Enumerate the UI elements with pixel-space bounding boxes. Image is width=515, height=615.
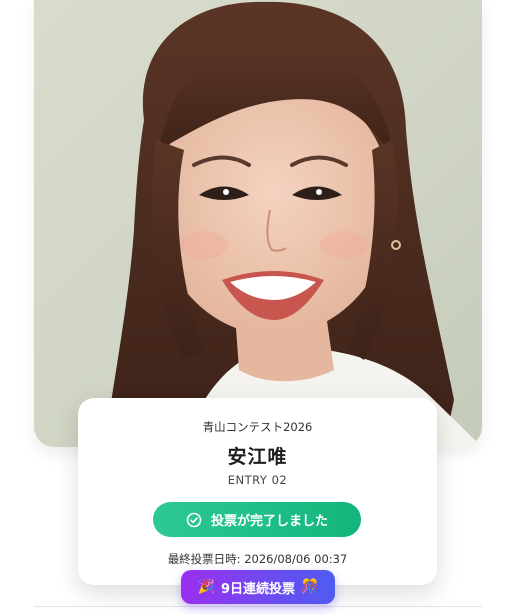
- entry-number: ENTRY 02: [227, 473, 288, 487]
- entry-info-card: 青山コンテスト2026 安江唯 ENTRY 02 投票が完了しました 最終投票日…: [78, 398, 437, 585]
- check-circle-icon: [186, 512, 202, 528]
- last-vote-timestamp: 最終投票日時: 2026/08/06 00:37: [167, 552, 348, 566]
- version-tag: v1136.a1c.af6: [86, 402, 165, 413]
- streak-label: 9日連続投票: [220, 581, 296, 597]
- vote-complete-button[interactable]: 投票が完了しました: [153, 502, 361, 537]
- contest-name: 青山コンテスト2026: [202, 420, 313, 434]
- streak-badge: 🎉 9日連続投票 🎊: [181, 570, 335, 604]
- confetti-ball-icon: 🎊: [301, 579, 319, 595]
- vote-complete-label: 投票が完了しました: [210, 513, 328, 528]
- divider: [34, 606, 482, 607]
- party-popper-icon: 🎉: [197, 579, 215, 595]
- candidate-name: 安江唯: [227, 446, 288, 468]
- profile-photo: [34, 0, 482, 447]
